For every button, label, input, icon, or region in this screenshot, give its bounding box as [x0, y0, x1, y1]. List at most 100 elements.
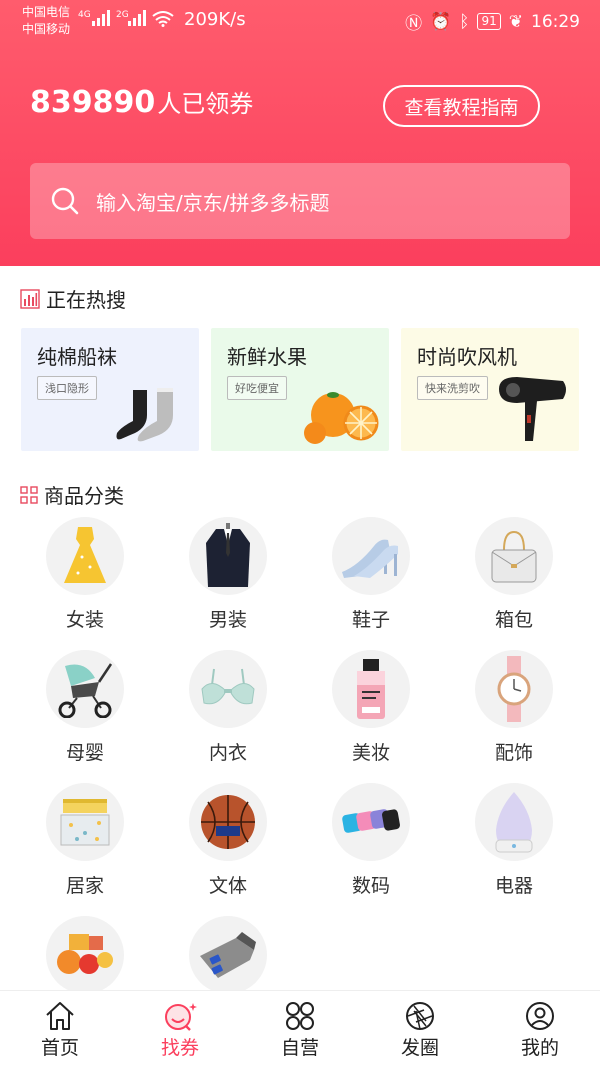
nfc-icon: Ⓝ [405, 14, 423, 34]
category-label: 鞋子 [351, 609, 390, 631]
coupon-count-number: 839890 [30, 85, 156, 120]
search-placeholder: 输入淘宝/京东/拼多多标题 [96, 190, 330, 215]
category-bags[interactable]: 箱包 [459, 517, 569, 632]
aperture-icon [406, 1002, 434, 1030]
hot-card-socks[interactable]: 纯棉船袜 浅口隐形 [21, 328, 199, 451]
nav-self-operated[interactable]: 自营 [240, 991, 360, 1067]
category-shoes[interactable]: 鞋子 [316, 517, 426, 632]
category-label: 文体 [208, 875, 247, 897]
powerbank-image [342, 809, 400, 833]
grid-icon [286, 1002, 314, 1030]
coupon-count: 839890 人已领券 [30, 84, 253, 120]
food-image [57, 934, 113, 974]
category-sports[interactable]: 文体 [173, 783, 283, 898]
bottom-navigation: 首页 找券 自营 发圈 我的 [0, 990, 600, 1067]
nav-label: 发圈 [400, 1037, 439, 1059]
carrier-labels: 中国电信 中国移动 [22, 4, 70, 38]
profile-icon [526, 1002, 554, 1030]
hot-card-title: 时尚吹风机 [417, 345, 517, 369]
humidifier-image [495, 792, 533, 853]
category-heading: 商品分类 [20, 480, 124, 509]
network-speed: 209K/s [184, 9, 246, 30]
heels-image [342, 539, 398, 578]
leaf-icon: ❦ [508, 11, 523, 32]
nav-label: 首页 [40, 1037, 79, 1059]
category-title: 商品分类 [44, 484, 124, 508]
category-appliances[interactable]: 电器 [459, 783, 569, 898]
category-label: 母婴 [65, 742, 104, 764]
status-bar: 中国电信 中国移动 4G 2G 209K/s Ⓝ ⏰ ᛒ 91 ❦ 16:29 [0, 0, 600, 44]
category-grid-icon [20, 485, 38, 504]
signal-icon [92, 10, 110, 26]
hot-card-title: 纯棉船袜 [37, 345, 117, 369]
category-accessories[interactable]: 配饰 [459, 650, 569, 765]
coupon-count-label: 人已领券 [157, 90, 254, 118]
category-thumb [46, 916, 124, 994]
hot-card-tag: 好吃便宜 [227, 376, 287, 400]
category-home[interactable]: 居家 [30, 783, 140, 898]
category-thumb [475, 783, 553, 861]
hot-search-title: 正在热搜 [46, 288, 126, 312]
category-baby[interactable]: 母婴 [30, 650, 140, 765]
category-label: 居家 [65, 875, 104, 897]
bedding-image [60, 799, 110, 846]
category-thumb [189, 517, 267, 595]
carrier-2: 中国移动 [22, 22, 71, 36]
nav-home[interactable]: 首页 [0, 991, 120, 1067]
watch-image [497, 656, 531, 722]
basketball-image [201, 795, 255, 849]
handbag-image [491, 530, 537, 583]
nav-moments[interactable]: 发圈 [360, 991, 480, 1067]
category-label: 电器 [494, 875, 533, 897]
network-type-1: 4G [78, 10, 91, 20]
nav-label: 自营 [280, 1037, 319, 1059]
category-thumb [332, 783, 410, 861]
coupon-search-icon [165, 1003, 197, 1031]
category-label: 内衣 [208, 742, 247, 764]
signal-icon-2 [128, 10, 146, 26]
nav-label: 找券 [160, 1037, 199, 1059]
nav-find-coupon[interactable]: 找券 [120, 991, 240, 1067]
hot-card-fruit[interactable]: 新鲜水果 好吃便宜 [211, 328, 389, 451]
hot-card-tag: 浅口隐形 [37, 376, 97, 400]
category-thumb [189, 650, 267, 728]
status-right-group: Ⓝ ⏰ ᛒ 91 ❦ 16:29 [405, 9, 580, 35]
hot-card-title: 新鲜水果 [227, 345, 307, 369]
category-underwear[interactable]: 内衣 [173, 650, 283, 765]
bar-chart-icon [20, 288, 40, 309]
dress-image [64, 527, 106, 583]
hot-card-tag: 快来洗剪吹 [417, 376, 488, 400]
hot-search-heading: 正在热搜 [20, 284, 126, 313]
suit-image [206, 523, 250, 587]
cosmetics-image [357, 659, 385, 719]
carrier-1: 中国电信 [22, 5, 71, 19]
category-men-clothing[interactable]: 男装 [173, 517, 283, 632]
battery-indicator: 91 [477, 13, 501, 30]
nav-mine[interactable]: 我的 [480, 991, 600, 1067]
category-label: 箱包 [494, 609, 533, 631]
category-label: 美妆 [351, 742, 390, 764]
stroller-image [58, 663, 113, 718]
hot-card-hair-dryer[interactable]: 时尚吹风机 快来洗剪吹 [401, 328, 579, 451]
oranges-image [304, 392, 379, 444]
category-thumb [475, 517, 553, 595]
bra-image [201, 668, 255, 705]
category-thumb [332, 517, 410, 595]
category-thumb [475, 650, 553, 728]
alarm-icon: ⏰ [430, 11, 452, 32]
category-women-clothing[interactable]: 女装 [30, 517, 140, 632]
category-label: 配饰 [494, 742, 533, 764]
category-label: 女装 [65, 609, 104, 631]
category-digital[interactable]: 数码 [316, 783, 426, 898]
search-input[interactable]: 输入淘宝/京东/拼多多标题 [30, 163, 570, 239]
socks-image [116, 388, 173, 442]
search-icon [51, 187, 79, 215]
clock-time: 16:29 [531, 11, 580, 32]
home-icon [46, 1002, 74, 1030]
car-charger-image [200, 932, 256, 978]
category-cosmetics[interactable]: 美妆 [316, 650, 426, 765]
category-thumb [189, 916, 267, 994]
tutorial-guide-button[interactable]: 查看教程指南 [383, 85, 540, 127]
category-thumb [332, 650, 410, 728]
network-type-2: 2G [116, 10, 129, 20]
